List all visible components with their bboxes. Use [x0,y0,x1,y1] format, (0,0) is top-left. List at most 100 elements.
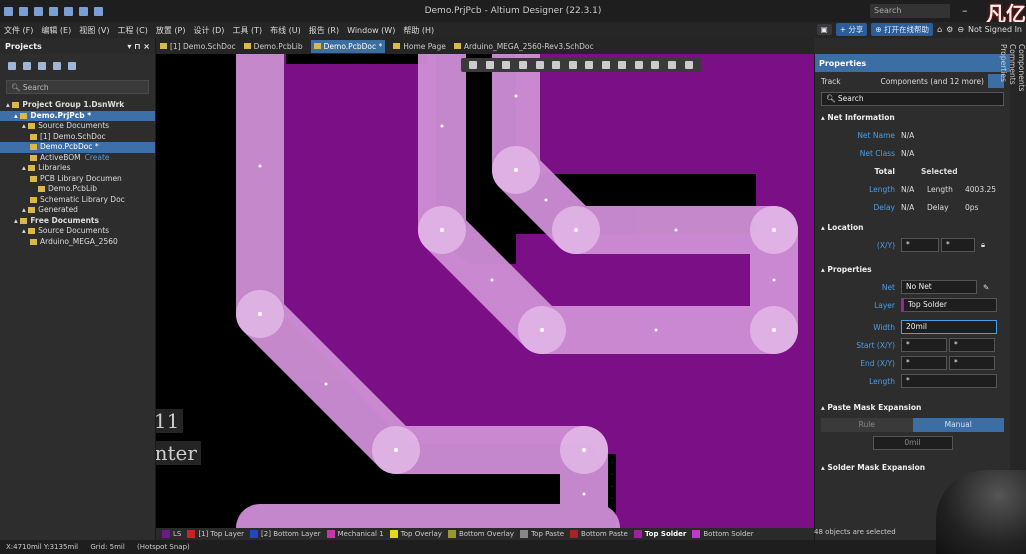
tree-item[interactable]: ▴ Generated [0,205,155,216]
document-tab[interactable]: Demo.PcbLib [243,42,303,51]
net-information-section[interactable]: ▴ Net Information [815,110,1010,126]
start-x-input[interactable]: * [901,338,947,352]
layer-tab[interactable]: [1] Top Layer [187,530,244,538]
notifications-icon[interactable]: ▣ [816,24,832,35]
end-y-input[interactable]: * [949,356,995,370]
tree-item[interactable]: ▴ Free Documents [0,216,155,227]
panel-menu-icon[interactable]: ▾ ⊓ × [127,42,150,51]
document-tab[interactable]: Demo.PcbDoc * [310,39,386,53]
open-online-help-button[interactable]: ⊕ 打开在线帮助 [871,23,934,36]
menu-place[interactable]: 放置 (P) [156,25,186,36]
global-search-input[interactable]: Search [870,4,950,18]
menu-file[interactable]: 文件 (F) [4,25,33,36]
location-x-input[interactable]: * [901,238,939,252]
settings-icon[interactable] [68,62,76,70]
select-icon[interactable] [518,61,527,69]
document-tab[interactable]: Arduino_MEGA_2560-Rev3.SchDoc [453,42,594,51]
arc-icon[interactable] [684,61,693,69]
tree-item[interactable]: ▴ Source Documents [0,226,155,237]
open-folder-icon[interactable] [38,62,46,70]
route-icon[interactable] [485,61,494,69]
menu-reports[interactable]: 报告 (R) [309,25,339,36]
menu-route[interactable]: 布线 (U) [270,25,301,36]
sign-in-button[interactable]: Not Signed In [968,25,1022,34]
text-icon[interactable] [668,61,677,69]
layer-tab[interactable]: Mechanical 1 [326,530,384,538]
tree-item[interactable]: Demo.PcbLib [0,184,155,195]
location-section[interactable]: ▴ Location [815,220,1010,236]
projects-search-input[interactable]: 🔍︎ Search [6,80,149,94]
side-tab-components[interactable]: Components [1017,38,1026,540]
net-select[interactable]: No Net [901,280,977,294]
start-y-input[interactable]: * [949,338,995,352]
document-icon [30,154,37,161]
fill-icon[interactable] [552,61,561,69]
paste-mask-section[interactable]: ▴ Paste Mask Expansion [815,400,1010,416]
create-link[interactable]: Create [85,153,110,162]
layer-tab[interactable]: [2] Bottom Layer [250,530,321,538]
tree-item[interactable]: Arduino_MEGA_2560 [0,237,155,248]
share-button[interactable]: + 分享 [835,23,868,36]
paste-manual-toggle[interactable]: Manual [912,418,1004,432]
layer-tab[interactable]: Top Paste [520,530,564,538]
tree-item[interactable]: ▴ Source Documents [0,121,155,132]
tree-item[interactable]: [1] Demo.SchDoc [0,132,155,143]
tree-item[interactable]: ▴ Project Group 1.DsnWrk [0,100,155,111]
gear-icon[interactable]: ⚙ [946,25,953,34]
home-icon[interactable]: ⌂ [937,25,942,34]
track-length-input[interactable]: * [901,374,997,388]
side-tab-comments[interactable]: Comments [1008,38,1017,540]
add-icon[interactable] [53,62,61,70]
align-icon[interactable] [535,61,544,69]
layer-tab[interactable]: Bottom Solder [692,530,754,538]
width-input[interactable]: 20mil [901,320,997,334]
document-icon [30,175,37,182]
via-icon[interactable] [601,61,610,69]
pcb-drawing[interactable] [156,54,814,528]
tree-item[interactable]: ▴ Libraries [0,163,155,174]
diff-pair-icon[interactable] [585,61,594,69]
tree-item[interactable]: ▴ Demo.PrjPcb * [0,110,155,121]
shortcut-key-overlay-f11: F11 [156,409,184,433]
paste-rule-toggle[interactable]: Rule [821,418,913,432]
tree-item[interactable]: ActiveBOM Create [0,153,155,164]
properties-search-input[interactable]: 🔍︎ Search [821,92,1004,106]
minimize-button[interactable]: – [962,4,968,17]
menu-project[interactable]: 工程 (C) [118,25,148,36]
layer-tab[interactable]: Bottom Overlay [447,530,514,538]
edit-net-icon[interactable]: ✎ [983,283,989,292]
document-tab[interactable]: Home Page [393,42,446,51]
end-x-input[interactable]: * [901,356,947,370]
menu-view[interactable]: 视图 (V) [79,25,109,36]
menu-design[interactable]: 设计 (D) [193,25,224,36]
lock-icon[interactable]: 🔒︎ [981,240,985,250]
layer-tab[interactable]: Top Solder [633,530,686,538]
track-icon[interactable] [568,61,577,69]
project-icon[interactable] [23,62,31,70]
paste-mask-value-input[interactable]: 0mil [872,436,953,450]
rect-icon[interactable] [634,61,643,69]
menu-window[interactable]: Window (W) [347,26,395,35]
tree-item[interactable]: Demo.PcbDoc * [0,142,155,153]
menu-help[interactable]: 帮助 (H) [403,25,434,36]
tree-item[interactable]: Schematic Library Doc [0,195,155,206]
layer-tab[interactable]: Bottom Paste [570,530,628,538]
room-icon[interactable] [651,61,660,69]
side-tab-properties[interactable]: Properties [999,38,1008,540]
document-tab[interactable]: [1] Demo.SchDoc [160,42,236,51]
layer-tab[interactable]: LS [162,530,181,538]
title-bar: Demo.PrjPcb - Altium Designer (22.3.1) S… [0,0,1026,26]
menu-edit[interactable]: 编辑 (E) [41,25,71,36]
pcb-canvas[interactable]: F11 Enter [156,54,814,528]
tree-item[interactable]: PCB Library Documen [0,174,155,185]
user-icon[interactable]: ⊖ [957,25,964,34]
properties-section[interactable]: ▴ Properties [815,262,1010,278]
layer-tab[interactable]: Top Overlay [389,530,442,538]
location-y-input[interactable]: * [941,238,975,252]
menu-tools[interactable]: 工具 (T) [232,25,262,36]
polygon-icon[interactable] [618,61,627,69]
place-icon[interactable] [502,61,511,69]
filter-icon[interactable] [469,61,478,69]
layer-select[interactable]: Top Solder [901,298,997,312]
workspace-icon[interactable] [8,62,16,70]
